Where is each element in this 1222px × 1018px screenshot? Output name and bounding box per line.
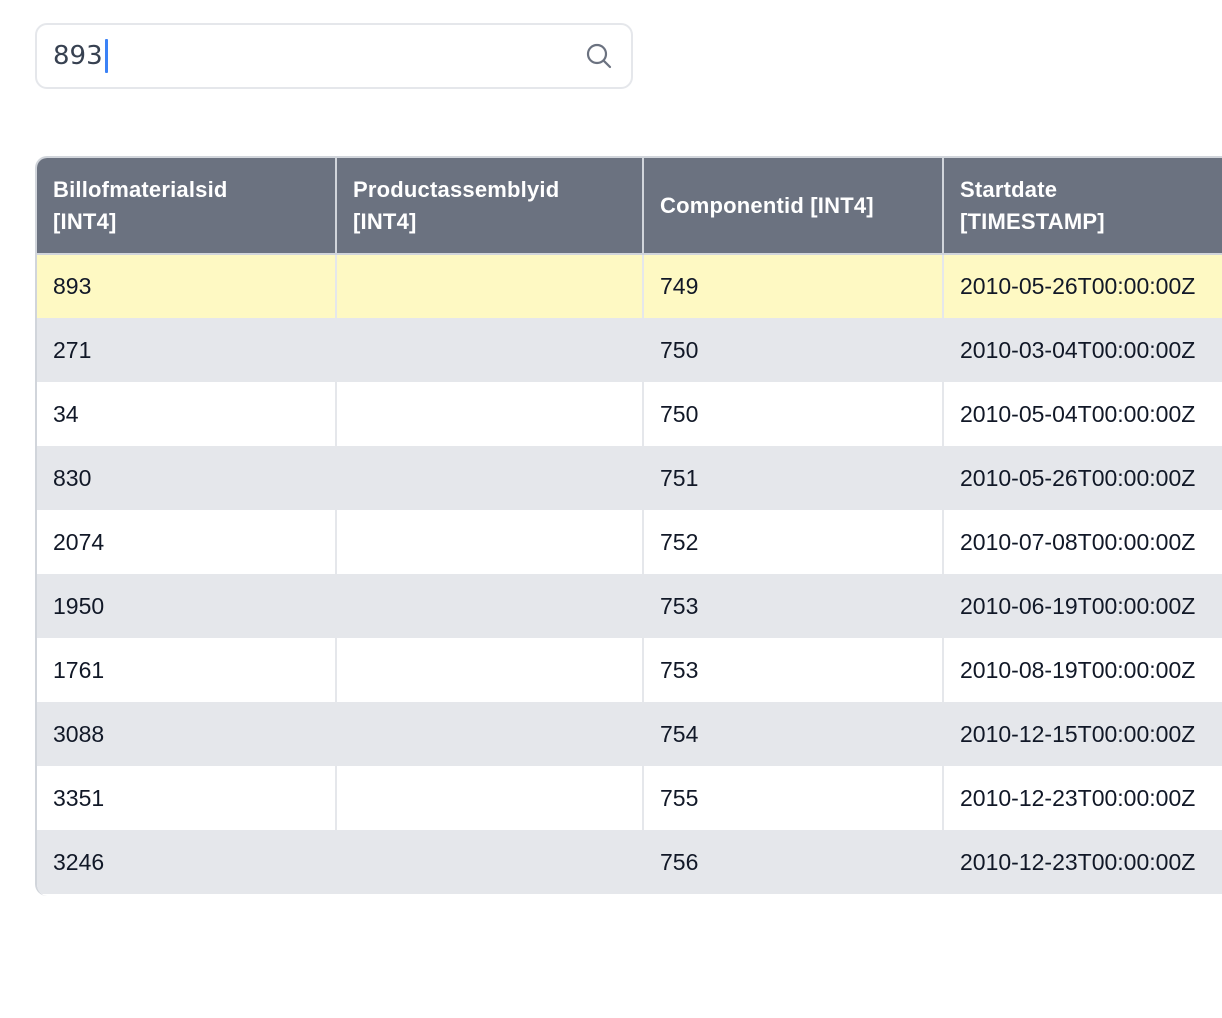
cell-componentid: 753: [643, 638, 944, 702]
cell-productassemblyid: [336, 254, 644, 318]
table-row[interactable]: 893 749 2010-05-26T00:00:00Z: [37, 254, 1222, 318]
table-header-row: Billofmaterialsid [INT4] Productassemblyi…: [37, 158, 1222, 255]
cell-startdate: 2010-08-19T00:00:00Z: [943, 638, 1222, 702]
cell-startdate: 2010-12-15T00:00:00Z: [943, 702, 1222, 766]
column-header-componentid[interactable]: Componentid [INT4]: [643, 158, 944, 255]
column-header-billofmaterialsid[interactable]: Billofmaterialsid [INT4]: [37, 158, 337, 255]
cell-productassemblyid: [336, 766, 644, 830]
cell-billofmaterialsid: 1950: [37, 574, 337, 638]
cell-billofmaterialsid: 3351: [37, 766, 337, 830]
cell-componentid: 756: [643, 830, 944, 894]
header-label: Billofmaterialsid: [53, 176, 228, 202]
header-type: [INT4]: [353, 208, 417, 234]
cell-componentid: 752: [643, 510, 944, 574]
header-type: [INT4]: [53, 208, 117, 234]
cell-billofmaterialsid: 1761: [37, 638, 337, 702]
data-table: Billofmaterialsid [INT4] Productassemblyi…: [37, 158, 1222, 894]
cell-billofmaterialsid: 3088: [37, 702, 337, 766]
table-row[interactable]: 3351 755 2010-12-23T00:00:00Z: [37, 766, 1222, 830]
table-row[interactable]: 3246 756 2010-12-23T00:00:00Z: [37, 830, 1222, 894]
header-type: [TIMESTAMP]: [960, 208, 1105, 234]
cell-startdate: 2010-05-26T00:00:00Z: [943, 254, 1222, 318]
cell-billofmaterialsid: 2074: [37, 510, 337, 574]
cell-startdate: 2010-12-23T00:00:00Z: [943, 766, 1222, 830]
table-row[interactable]: 3088 754 2010-12-15T00:00:00Z: [37, 702, 1222, 766]
table-row[interactable]: 1761 753 2010-08-19T00:00:00Z: [37, 638, 1222, 702]
cell-componentid: 750: [643, 382, 944, 446]
cell-productassemblyid: [336, 510, 644, 574]
cell-startdate: 2010-03-04T00:00:00Z: [943, 318, 1222, 382]
cell-productassemblyid: [336, 446, 644, 510]
cell-componentid: 755: [643, 766, 944, 830]
table-row[interactable]: 2074 752 2010-07-08T00:00:00Z: [37, 510, 1222, 574]
cell-productassemblyid: [336, 702, 644, 766]
cell-productassemblyid: [336, 382, 644, 446]
text-caret: [105, 39, 108, 73]
header-label: Componentid [INT4]: [660, 192, 874, 218]
cell-productassemblyid: [336, 830, 644, 894]
table-row[interactable]: 1950 753 2010-06-19T00:00:00Z: [37, 574, 1222, 638]
cell-startdate: 2010-05-26T00:00:00Z: [943, 446, 1222, 510]
cell-componentid: 751: [643, 446, 944, 510]
cell-componentid: 753: [643, 574, 944, 638]
cell-productassemblyid: [336, 638, 644, 702]
cell-billofmaterialsid: 830: [37, 446, 337, 510]
cell-componentid: 754: [643, 702, 944, 766]
cell-billofmaterialsid: 34: [37, 382, 337, 446]
search-box[interactable]: [35, 23, 633, 89]
header-label: Productassemblyid: [353, 176, 560, 202]
cell-startdate: 2010-05-04T00:00:00Z: [943, 382, 1222, 446]
cell-startdate: 2010-06-19T00:00:00Z: [943, 574, 1222, 638]
search-input[interactable]: [53, 25, 573, 87]
data-table-container: Billofmaterialsid [INT4] Productassemblyi…: [35, 156, 1222, 896]
header-label: Startdate: [960, 176, 1058, 202]
cell-componentid: 750: [643, 318, 944, 382]
search-icon[interactable]: [585, 42, 613, 70]
cell-billofmaterialsid: 271: [37, 318, 337, 382]
column-header-startdate[interactable]: Startdate [TIMESTAMP]: [943, 158, 1222, 255]
cell-componentid: 749: [643, 254, 944, 318]
table-row[interactable]: 271 750 2010-03-04T00:00:00Z: [37, 318, 1222, 382]
table-row[interactable]: 34 750 2010-05-04T00:00:00Z: [37, 382, 1222, 446]
cell-productassemblyid: [336, 318, 644, 382]
cell-startdate: 2010-07-08T00:00:00Z: [943, 510, 1222, 574]
column-header-productassemblyid[interactable]: Productassemblyid [INT4]: [336, 158, 644, 255]
cell-productassemblyid: [336, 574, 644, 638]
cell-billofmaterialsid: 893: [37, 254, 337, 318]
cell-startdate: 2010-12-23T00:00:00Z: [943, 830, 1222, 894]
cell-billofmaterialsid: 3246: [37, 830, 337, 894]
table-row[interactable]: 830 751 2010-05-26T00:00:00Z: [37, 446, 1222, 510]
